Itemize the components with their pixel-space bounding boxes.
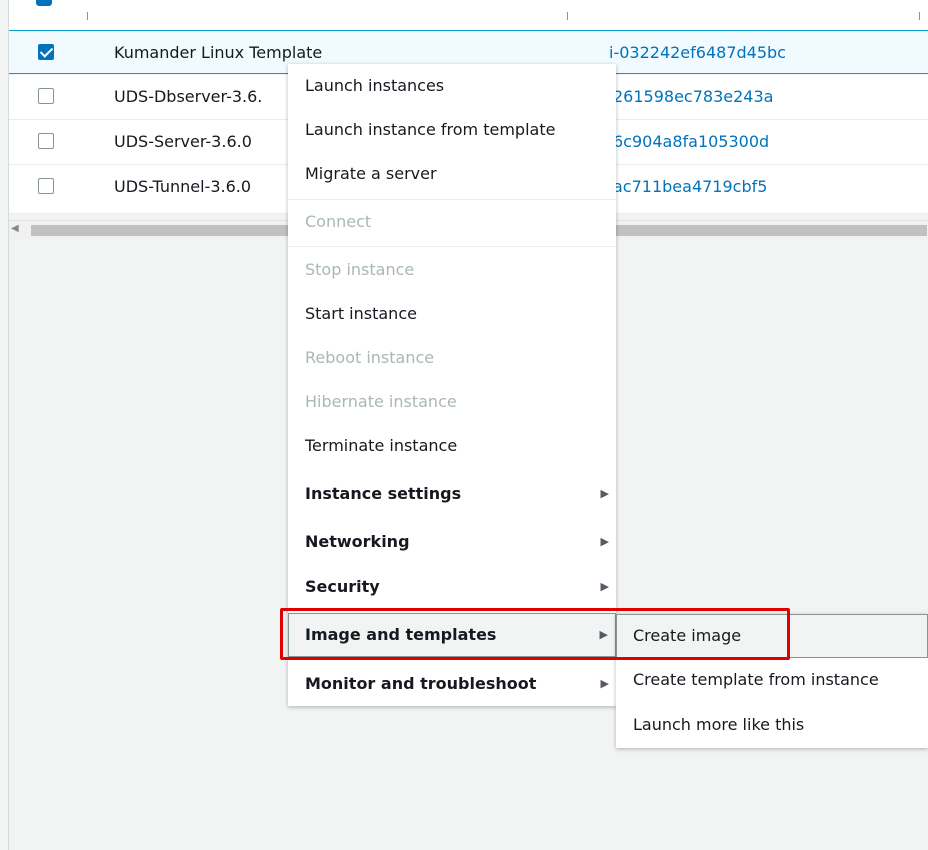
menu-item-label: Start instance: [305, 304, 417, 323]
menu-item-terminate-instance[interactable]: Terminate instance: [288, 424, 616, 468]
instance-name: UDS-Server-3.6.0: [114, 132, 252, 151]
instance-id-link[interactable]: 261598ec783e243a: [613, 87, 773, 106]
triangle-right-icon: ▶: [600, 677, 609, 690]
instance-id-link[interactable]: 6c904a8fa105300d: [613, 132, 769, 151]
actions-context-menu: Launch instances Launch instance from te…: [288, 64, 616, 706]
triangle-right-icon: ▶: [600, 487, 609, 500]
instance-id-link[interactable]: i-032242ef6487d45bc: [609, 43, 786, 62]
menu-item-stop-instance: Stop instance: [288, 248, 616, 292]
select-all-checkbox[interactable]: [36, 0, 52, 6]
menu-item-label: Hibernate instance: [305, 392, 457, 411]
menu-item-monitor-and-troubleshoot[interactable]: Monitor and troubleshoot ▶: [288, 662, 616, 706]
row-checkbox[interactable]: [38, 178, 54, 194]
submenu-item-label: Create image: [633, 626, 742, 645]
instance-id-link[interactable]: ac711bea4719cbf5: [613, 177, 767, 196]
instance-name: Kumander Linux Template: [114, 43, 323, 62]
menu-item-migrate-server[interactable]: Migrate a server: [288, 152, 616, 196]
menu-item-label: Launch instances: [305, 76, 445, 95]
menu-item-label: Connect: [305, 212, 372, 231]
row-checkbox[interactable]: [38, 133, 54, 149]
menu-item-reboot-instance: Reboot instance: [288, 336, 616, 380]
menu-item-start-instance[interactable]: Start instance: [288, 292, 616, 336]
menu-item-label: Image and templates: [305, 625, 497, 644]
triangle-right-icon: ▶: [600, 580, 609, 593]
submenu-item-create-image[interactable]: Create image: [616, 614, 928, 658]
triangle-right-icon: ▶: [599, 628, 608, 641]
row-checkbox[interactable]: [38, 44, 54, 60]
triangle-right-icon: ▶: [600, 535, 609, 548]
submenu-item-create-template[interactable]: Create template from instance: [616, 658, 928, 702]
submenu-item-label: Create template from instance: [633, 670, 879, 689]
menu-item-label: Stop instance: [305, 260, 415, 279]
menu-item-label: Migrate a server: [305, 164, 437, 183]
menu-item-instance-settings[interactable]: Instance settings ▶: [288, 472, 616, 516]
scroll-left-icon[interactable]: ◀: [11, 223, 19, 234]
instance-name: UDS-Dbserver-3.6.: [114, 87, 263, 106]
row-checkbox[interactable]: [38, 88, 54, 104]
column-divider[interactable]: [567, 12, 568, 20]
menu-item-label: Reboot instance: [305, 348, 435, 367]
column-divider[interactable]: [87, 12, 88, 20]
menu-item-launch-from-template[interactable]: Launch instance from template: [288, 108, 616, 152]
menu-item-label: Monitor and troubleshoot: [305, 674, 537, 693]
menu-item-hibernate-instance: Hibernate instance: [288, 380, 616, 424]
submenu-item-launch-more-like-this[interactable]: Launch more like this: [616, 703, 928, 747]
menu-item-label: Security: [305, 577, 380, 596]
menu-item-label: Terminate instance: [305, 436, 458, 455]
menu-item-networking[interactable]: Networking ▶: [288, 520, 616, 564]
menu-item-label: Networking: [305, 532, 410, 551]
menu-item-launch-instances[interactable]: Launch instances: [288, 64, 616, 108]
menu-item-image-and-templates[interactable]: Image and templates ▶: [288, 613, 616, 657]
submenu-item-label: Launch more like this: [633, 715, 805, 734]
menu-item-connect: Connect: [288, 200, 616, 244]
menu-item-security[interactable]: Security ▶: [288, 565, 616, 609]
menu-divider: [288, 246, 616, 247]
image-templates-submenu: Create image Create template from instan…: [616, 614, 928, 748]
column-divider[interactable]: [919, 12, 920, 20]
menu-item-label: Launch instance from template: [305, 120, 556, 139]
menu-item-label: Instance settings: [305, 484, 462, 503]
instance-name: UDS-Tunnel-3.6.0: [114, 177, 252, 196]
table-header-row: [9, 0, 928, 31]
